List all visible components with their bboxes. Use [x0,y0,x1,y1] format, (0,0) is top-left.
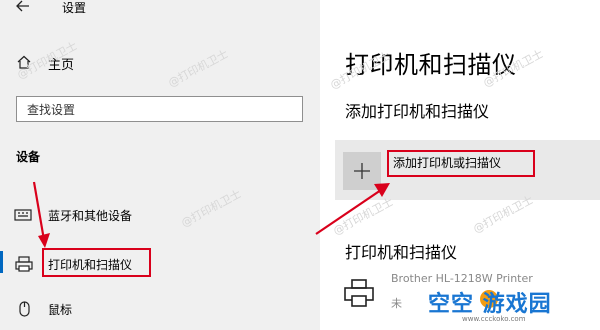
sidebar-item-label: 打印机和扫描仪 [48,258,133,272]
search-placeholder: 查找设置 [27,103,76,117]
title-bar: 设置 [0,0,320,22]
search-input[interactable]: 查找设置 [16,96,303,122]
main-panel: 打印机和扫描仪 添加打印机和扫描仪 添加打印机或扫描仪 打印机和扫描仪 Brot… [320,0,600,330]
back-arrow-icon [16,0,29,12]
sidebar-item-bluetooth[interactable]: 蓝牙和其他设备 [0,200,320,230]
selected-indicator [0,251,3,273]
sidebar-item-label: 蓝牙和其他设备 [48,209,133,223]
site-logo: 空空 游戏园 www.ccckoko.com [418,284,600,330]
plus-icon [354,163,370,179]
back-button[interactable] [13,0,33,15]
add-tile [343,152,381,190]
printer-status: 未 [391,297,402,310]
keyboard-icon [14,209,32,221]
logo-text: 空空 游戏园 [428,292,552,317]
printer-icon [15,256,33,272]
window-title: 设置 [62,1,87,15]
mouse-icon [19,301,30,317]
add-printer-button[interactable]: 添加打印机或扫描仪 [335,140,600,200]
sidebar-item-label: 鼠标 [48,303,73,317]
printer-icon [344,279,374,307]
section-heading: 设备 [16,150,41,164]
sidebar-item-mouse[interactable]: 鼠标 [0,294,320,324]
sidebar-item-printers[interactable]: 打印机和扫描仪 [0,248,320,279]
printers-section-heading: 打印机和扫描仪 [345,243,458,262]
logo-url: www.ccckoko.com [462,315,526,323]
add-printer-label: 添加打印机或扫描仪 [393,156,502,170]
add-section-heading: 添加打印机和扫描仪 [345,102,490,121]
